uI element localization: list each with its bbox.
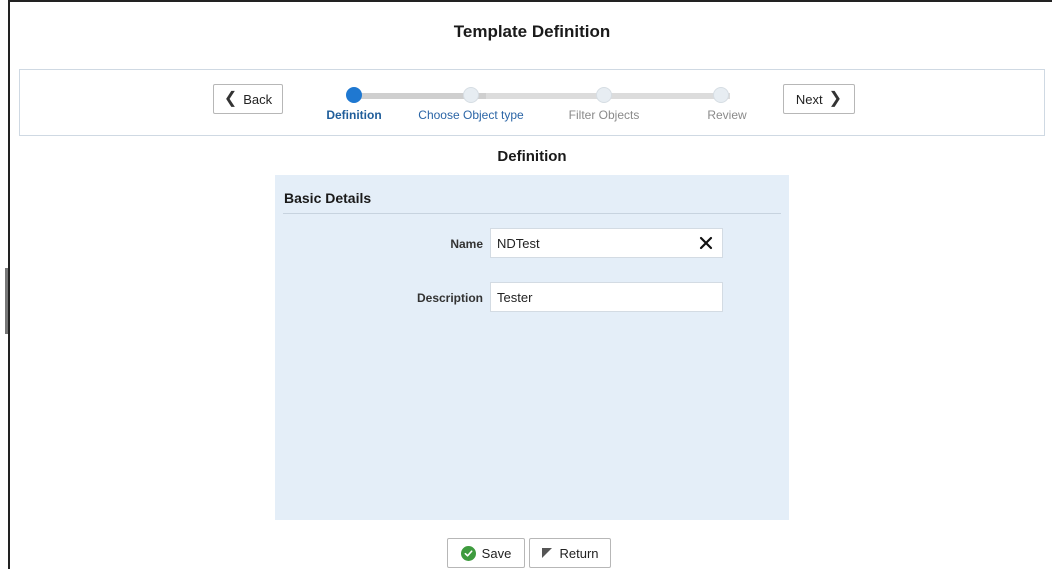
save-button[interactable]: Save [447,538,525,568]
train-stop-review [713,87,729,103]
train-label-review: Review [707,108,747,122]
header-divider [283,213,781,214]
back-button[interactable]: ❮ Back [213,84,283,114]
next-button-label: Next [795,91,823,107]
train-label-choose-object-type[interactable]: Choose Object type [418,108,523,122]
train-connector-2 [486,93,612,99]
footer-toolbar: Save Return [10,538,1052,568]
page-title: Template Definition [453,22,611,41]
return-button[interactable]: Return [529,538,611,568]
train-label-filter-objects: Filter Objects [568,108,640,122]
return-button-label: Return [559,545,599,561]
wizard-train: ❮ Back Definition Choose Object type Fil… [19,69,1045,136]
next-button[interactable]: Next ❯ [783,84,855,114]
chevron-left-icon: ❮ [223,90,238,107]
name-input[interactable]: NDTest [490,228,723,258]
back-button-label: Back [243,91,273,107]
name-input-value: NDTest [497,235,540,251]
name-label: Name [450,237,483,251]
train-stop-definition[interactable] [346,87,362,103]
close-icon[interactable] [698,235,714,251]
chevron-right-icon: ❯ [828,90,843,107]
description-input-value: Tester [497,289,533,305]
basic-details-header: Basic Details [284,190,372,206]
description-label: Description [416,291,483,305]
description-input[interactable]: Tester [490,282,723,312]
section-title: Definition [497,148,567,165]
basic-details-panel: Basic Details Name NDTest Description Te… [275,175,789,520]
train-stop-filter-objects [596,87,612,103]
check-circle-icon [460,545,476,561]
train-label-definition[interactable]: Definition [326,108,381,122]
return-arrow-icon [542,548,553,558]
template-definition-window: Template Definition ❮ Back Definition Ch… [8,0,1052,569]
train-stop-choose-object-type[interactable] [463,87,479,103]
save-button-label: Save [481,545,512,561]
